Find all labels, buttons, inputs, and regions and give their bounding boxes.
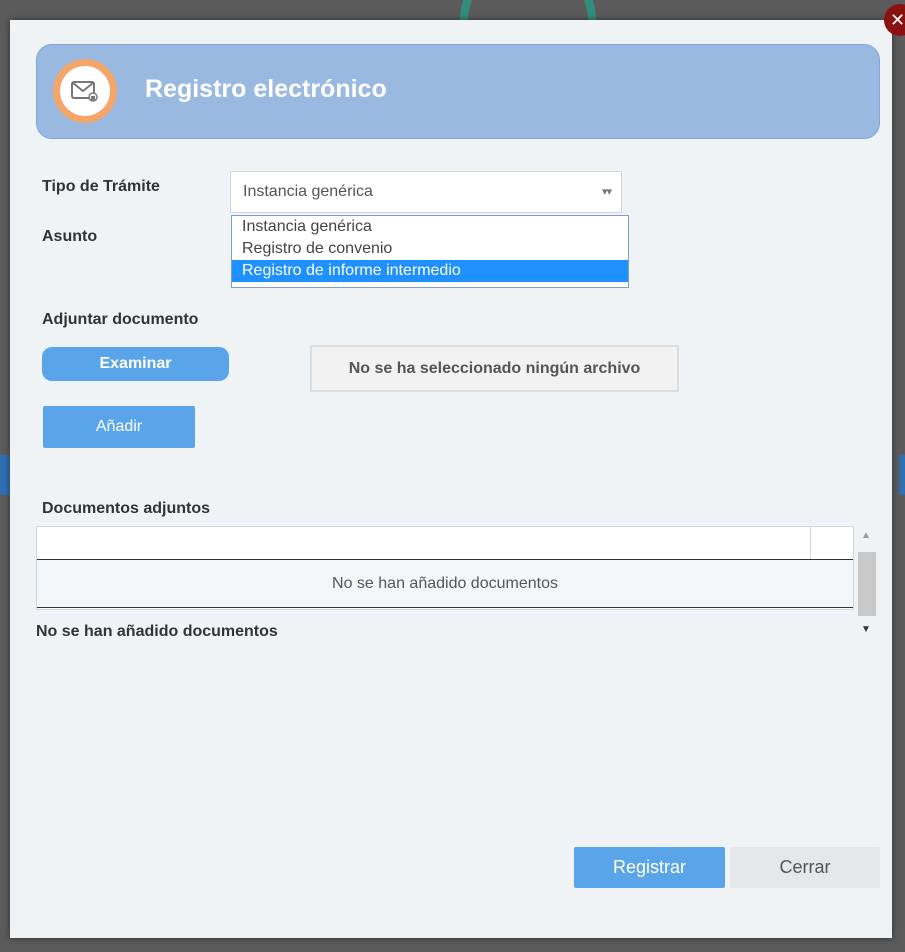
table-scrollbar[interactable]: ▲ ▼ <box>856 526 878 638</box>
anadir-button[interactable]: Añadir <box>43 406 195 448</box>
table-header-cell <box>810 527 853 559</box>
documents-footer-text: No se han añadido documentos <box>36 623 278 640</box>
table-empty-row: No se han añadido documentos <box>37 560 853 608</box>
cerrar-button[interactable]: Cerrar <box>730 847 880 888</box>
tipo-tramite-value: Instancia genérica <box>243 183 373 200</box>
tipo-tramite-label: Tipo de Trámite <box>42 178 160 195</box>
dropdown-option[interactable]: Registro de convenio <box>232 238 628 260</box>
background-strip <box>899 455 905 495</box>
scroll-down-icon[interactable]: ▼ <box>861 624 871 635</box>
tipo-tramite-select[interactable]: Instancia genérica ▾▾ <box>230 171 622 213</box>
chevron-down-icon: ▾▾ <box>601 186 612 198</box>
documentos-adjuntos-heading: Documentos adjuntos <box>42 500 211 517</box>
adjuntar-documento-label: Adjuntar documento <box>42 311 199 328</box>
documents-table: No se han añadido documentos <box>36 526 854 610</box>
scroll-up-icon[interactable]: ▲ <box>861 530 871 541</box>
scrollbar-thumb[interactable] <box>858 552 876 616</box>
file-status: No se ha seleccionado ningún archivo <box>310 345 679 392</box>
examinar-button[interactable]: Examinar <box>42 347 229 381</box>
dropdown-option-highlighted[interactable]: Registro de informe intermedio <box>232 260 628 282</box>
background-strip <box>0 455 10 495</box>
registro-dialog: Registro electrónico Tipo de Trámite Ins… <box>10 20 892 938</box>
table-header <box>37 527 853 560</box>
envelope-icon <box>53 59 117 123</box>
dialog-title: Registro electrónico <box>145 75 387 103</box>
registrar-button[interactable]: Registrar <box>574 847 725 888</box>
dialog-header: Registro electrónico <box>36 44 880 139</box>
dropdown-option[interactable]: Instancia genérica <box>232 216 628 238</box>
asunto-label: Asunto <box>42 228 98 245</box>
tipo-tramite-dropdown: Instancia genérica Registro de convenio … <box>231 215 629 288</box>
